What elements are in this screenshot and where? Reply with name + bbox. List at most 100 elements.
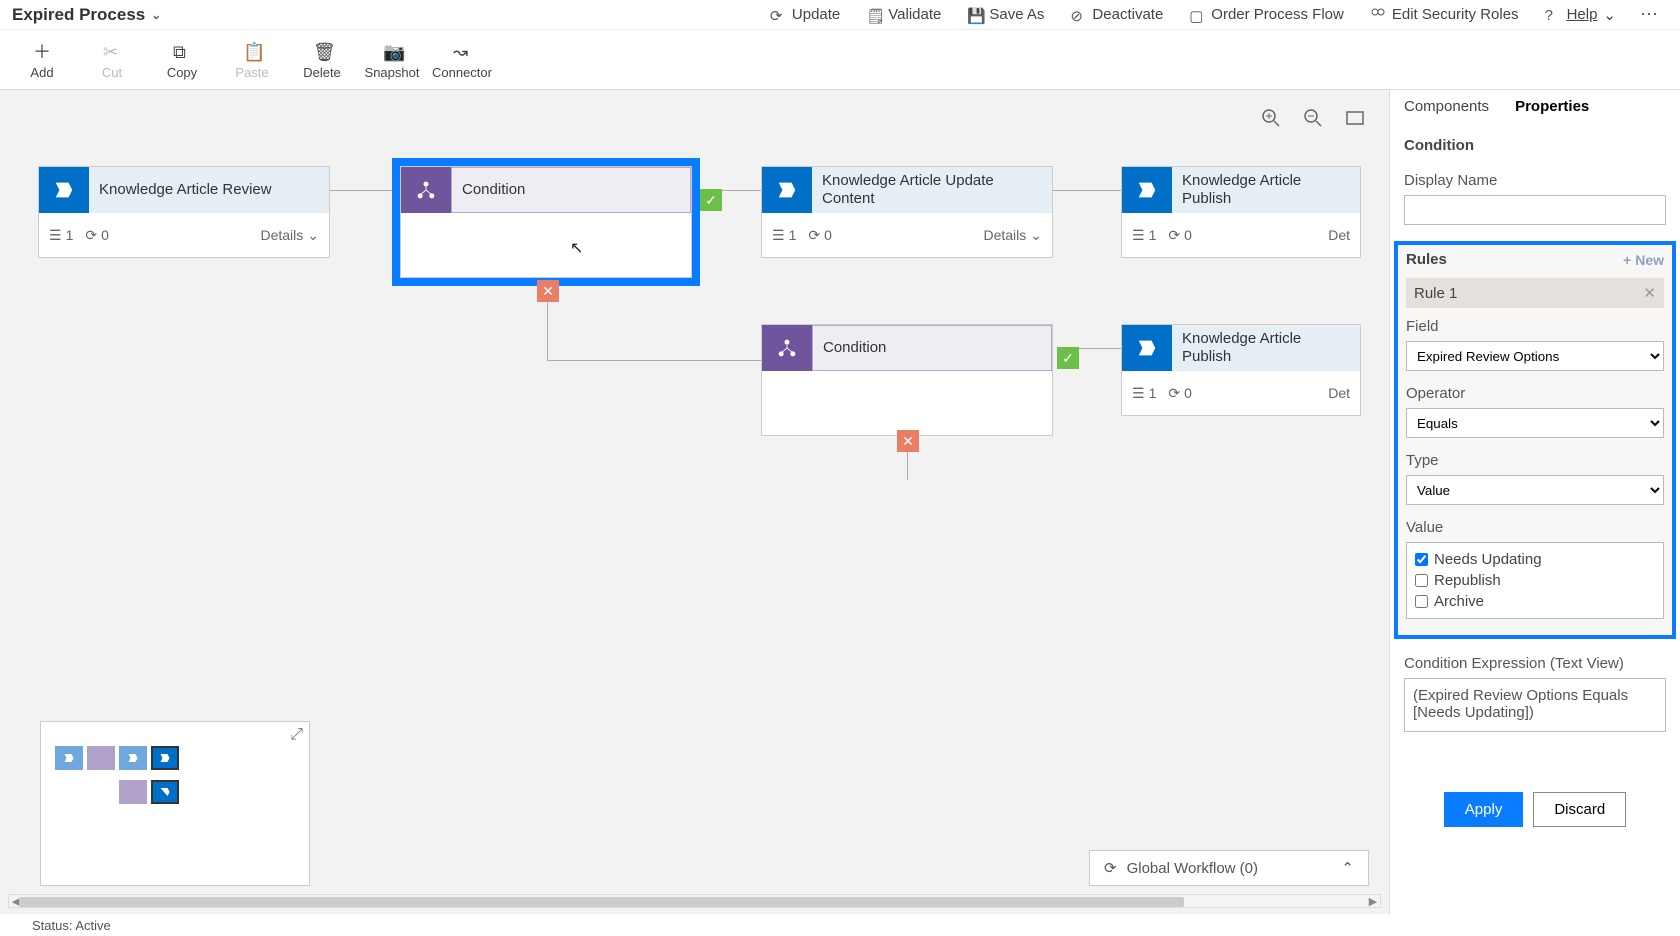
- value-label: Value: [1406, 519, 1664, 536]
- details-button[interactable]: Det: [1328, 227, 1350, 243]
- condition-icon: [401, 167, 451, 213]
- delete-button[interactable]: 🗑Delete: [288, 34, 356, 89]
- trigger-count: ⟳ 0: [808, 227, 832, 244]
- rules-label: Rules: [1406, 251, 1447, 268]
- deactivate-button[interactable]: ⊘Deactivate: [1060, 2, 1173, 27]
- stage-title: Knowledge Article Review: [89, 167, 329, 213]
- process-title[interactable]: Expired Process⌄: [12, 5, 161, 25]
- stage-publish-2[interactable]: Knowledge Article Publish ☰ 1 ⟳ 0 Det: [1121, 324, 1361, 416]
- minimap-stage: [119, 746, 147, 770]
- steps-count: ☰ 1: [1132, 227, 1156, 244]
- snapshot-button[interactable]: 📷Snapshot: [358, 34, 426, 89]
- stage-icon: [1122, 325, 1172, 371]
- steps-count: ☰ 1: [49, 227, 73, 244]
- more-button[interactable]: ⋯: [1632, 4, 1668, 25]
- validate-button[interactable]: 🗒Validate: [856, 2, 951, 27]
- cut-icon: ✂: [103, 43, 121, 61]
- minimap-collapse-icon[interactable]: ⤢: [290, 726, 303, 744]
- type-select[interactable]: Value: [1406, 475, 1664, 505]
- help-button[interactable]: ?Help⌄: [1535, 2, 1626, 28]
- paste-icon: 📋: [243, 43, 261, 61]
- minimap-stage: [55, 746, 83, 770]
- close-icon[interactable]: ✕: [1643, 284, 1656, 302]
- stage-knowledge-article-review[interactable]: Knowledge Article Review ☰ 1 ⟳ 0 Details…: [38, 166, 330, 258]
- value-option-archive[interactable]: Archive: [1415, 591, 1655, 612]
- trigger-count: ⟳ 0: [1168, 227, 1192, 244]
- condition-expression-label: Condition Expression (Text View): [1404, 655, 1666, 672]
- order-process-flow-button[interactable]: ▢Order Process Flow: [1179, 2, 1354, 27]
- discard-button[interactable]: Discard: [1533, 792, 1626, 827]
- stage-publish-1[interactable]: Knowledge Article Publish ☰ 1 ⟳ 0 Det: [1121, 166, 1361, 258]
- scrollbar-thumb[interactable]: [19, 897, 1184, 907]
- chevron-up-icon: ⌃: [1341, 859, 1354, 877]
- condition-true-badge: ✓: [1057, 347, 1079, 369]
- help-icon: ?: [1545, 7, 1561, 23]
- steps-count: ☰ 1: [772, 227, 796, 244]
- fit-to-screen-button[interactable]: [1341, 104, 1369, 132]
- chevron-down-icon: ⌄: [151, 8, 161, 22]
- refresh-icon: ⟳: [1104, 859, 1117, 877]
- save-as-button[interactable]: 💾Save As: [957, 2, 1054, 27]
- deactivate-icon: ⊘: [1070, 7, 1086, 23]
- field-label: Field: [1406, 318, 1664, 335]
- tab-components[interactable]: Components: [1404, 98, 1489, 119]
- rules-section: Rules + New Rule 1 ✕ Field Expired Revie…: [1394, 241, 1676, 639]
- steps-count: ☰ 1: [1132, 385, 1156, 402]
- value-option-needs-updating[interactable]: Needs Updating: [1415, 549, 1655, 570]
- condition-title: Condition: [812, 325, 1052, 371]
- cut-button[interactable]: ✂Cut: [78, 34, 146, 89]
- zoom-in-button[interactable]: [1257, 104, 1285, 132]
- type-label: Type: [1406, 452, 1664, 469]
- stage-update-content[interactable]: Knowledge Article Update Content ☰ 1 ⟳ 0…: [761, 166, 1053, 258]
- connector-icon: ↝: [453, 43, 471, 61]
- stage-condition-2[interactable]: Condition: [761, 324, 1053, 436]
- condition-false-badge: ✕: [537, 280, 559, 302]
- details-button[interactable]: Details ⌄: [260, 227, 319, 244]
- zoom-out-button[interactable]: [1299, 104, 1327, 132]
- status-bar: Status: Active: [0, 914, 1680, 936]
- trigger-count: ⟳ 0: [85, 227, 109, 244]
- condition-expression-text: (Expired Review Options Equals [Needs Up…: [1404, 678, 1666, 732]
- copy-button[interactable]: ⧉Copy: [148, 34, 216, 89]
- trigger-count: ⟳ 0: [1168, 385, 1192, 402]
- details-button[interactable]: Details ⌄: [983, 227, 1042, 244]
- minimap-condition: [87, 746, 115, 770]
- add-button[interactable]: ＋Add: [8, 34, 76, 89]
- stage-condition-1[interactable]: Condition: [400, 166, 692, 278]
- stage-icon: [39, 167, 89, 213]
- value-option-republish[interactable]: Republish: [1415, 570, 1655, 591]
- plus-icon: ＋: [33, 43, 51, 61]
- apply-button[interactable]: Apply: [1444, 792, 1524, 827]
- minimap-stage: [151, 746, 179, 770]
- display-name-input[interactable]: [1404, 195, 1666, 225]
- delete-icon: 🗑: [313, 43, 331, 61]
- details-button[interactable]: Det: [1328, 385, 1350, 401]
- stage-title: Knowledge Article Publish: [1172, 325, 1360, 371]
- global-workflow-bar[interactable]: ⟳ Global Workflow (0) ⌃: [1089, 850, 1369, 886]
- clipboard-icon: 🗒: [866, 7, 882, 23]
- condition-icon: [762, 325, 812, 371]
- tab-properties[interactable]: Properties: [1515, 98, 1589, 119]
- rule-header[interactable]: Rule 1 ✕: [1406, 278, 1664, 308]
- connector-button[interactable]: ↝Connector: [428, 34, 496, 89]
- operator-select[interactable]: Equals: [1406, 408, 1664, 438]
- display-name-label: Display Name: [1404, 172, 1666, 189]
- copy-icon: ⧉: [173, 43, 191, 61]
- save-icon: 💾: [967, 7, 983, 23]
- edit-security-roles-button[interactable]: Edit Security Roles: [1360, 2, 1529, 27]
- scroll-right-arrow[interactable]: ▶: [1366, 895, 1380, 909]
- chevron-down-icon: ⌄: [1603, 6, 1616, 24]
- document-icon: ▢: [1189, 7, 1205, 23]
- update-button[interactable]: ⟳Update: [760, 2, 850, 27]
- field-select[interactable]: Expired Review Options: [1406, 341, 1664, 371]
- horizontal-scrollbar[interactable]: ◀ ▶: [8, 894, 1381, 908]
- new-rule-button[interactable]: + New: [1623, 252, 1664, 268]
- stage-icon: [762, 167, 812, 213]
- stage-title: Knowledge Article Publish: [1172, 167, 1360, 213]
- minimap[interactable]: ⤢: [40, 721, 310, 886]
- camera-icon: 📷: [383, 43, 401, 61]
- global-workflow-label: Global Workflow (0): [1127, 860, 1258, 877]
- stage-icon: [1122, 167, 1172, 213]
- stage-title: Knowledge Article Update Content: [812, 167, 1052, 213]
- paste-button[interactable]: 📋Paste: [218, 34, 286, 89]
